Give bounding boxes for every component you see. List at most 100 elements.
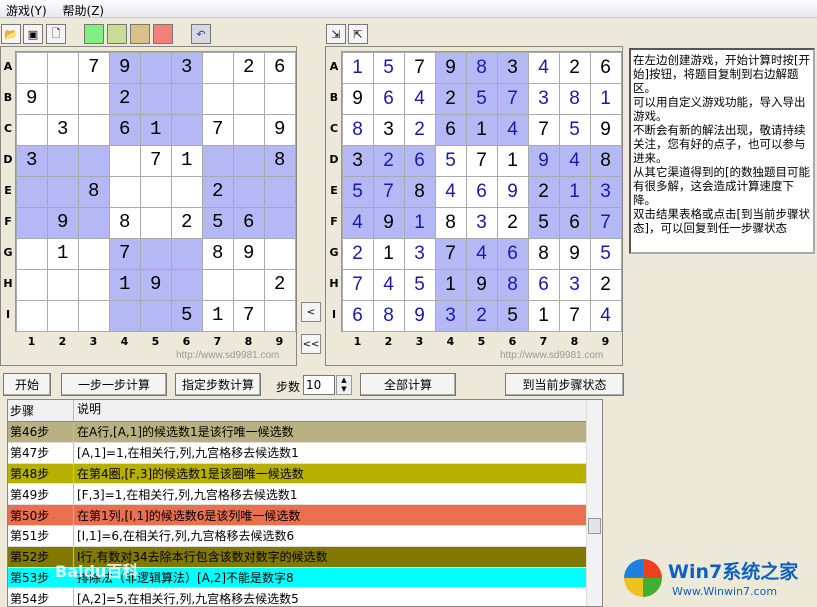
cell-H4[interactable]: 1 <box>435 269 467 301</box>
undo-icon[interactable]: ↶ <box>191 24 211 44</box>
cell-H5[interactable]: 9 <box>466 269 498 301</box>
cell-D8[interactable]: 4 <box>559 145 591 177</box>
cell-H7[interactable]: 6 <box>528 269 560 301</box>
cell-G1[interactable]: 2 <box>342 238 374 270</box>
cell-H6[interactable]: 8 <box>497 269 529 301</box>
puzzle-row-e[interactable]: 8 2 <box>16 176 295 207</box>
cell-H8[interactable]: 3 <box>559 269 591 301</box>
cell-F4[interactable]: 8 <box>435 207 467 239</box>
scrollbar-thumb[interactable] <box>588 518 601 534</box>
cell-A4[interactable]: 9 <box>435 52 467 84</box>
menu-help[interactable]: 帮助(Z) <box>57 0 111 21</box>
cell-B4[interactable]: 2 <box>435 83 467 115</box>
header-desc[interactable]: 说明 <box>74 400 602 421</box>
header-step[interactable]: 步骤 <box>8 400 74 421</box>
cell-E6[interactable]: 9 <box>497 176 529 208</box>
cell-C2[interactable]: 3 <box>373 114 405 146</box>
cell-B8[interactable]: 8 <box>559 83 591 115</box>
cell-D7[interactable]: 9 <box>528 145 560 177</box>
cell-B9[interactable]: 1 <box>590 83 622 115</box>
cell-I5[interactable]: 2 <box>466 300 498 332</box>
cell-I1[interactable]: 6 <box>342 300 374 332</box>
puzzle-row-f[interactable]: 9 8 256 <box>16 207 295 238</box>
new-file-icon[interactable]: 🗋 <box>46 24 66 44</box>
color-olive-button[interactable] <box>107 24 127 44</box>
cell-E9[interactable]: 3 <box>590 176 622 208</box>
table-row[interactable]: 第50步在第1列,[I,1]的候选数6是该列唯一候选数 <box>8 505 602 526</box>
steps-input[interactable]: 10 <box>303 375 335 395</box>
back-all-button[interactable]: << <box>301 334 321 354</box>
cell-D3[interactable]: 6 <box>404 145 436 177</box>
cell-B5[interactable]: 5 <box>466 83 498 115</box>
cell-F5[interactable]: 3 <box>466 207 498 239</box>
start-button[interactable]: 开始 <box>3 373 51 396</box>
cell-G8[interactable]: 9 <box>559 238 591 270</box>
cell-E7[interactable]: 2 <box>528 176 560 208</box>
cell-C5[interactable]: 1 <box>466 114 498 146</box>
puzzle-row-h[interactable]: 19 2 <box>16 269 295 300</box>
cell-A1[interactable]: 1 <box>342 52 374 84</box>
table-row[interactable]: 第47步[A,1]=1,在相关行,列,九宫格移去候选数1 <box>8 443 602 464</box>
back-button[interactable]: < <box>301 302 321 322</box>
cell-G6[interactable]: 6 <box>497 238 529 270</box>
cell-E1[interactable]: 5 <box>342 176 374 208</box>
cell-I9[interactable]: 4 <box>590 300 622 332</box>
puzzle-row-d[interactable]: 3 71 8 <box>16 145 295 176</box>
cell-G5[interactable]: 4 <box>466 238 498 270</box>
cell-H2[interactable]: 4 <box>373 269 405 301</box>
cell-B3[interactable]: 4 <box>404 83 436 115</box>
cell-E2[interactable]: 7 <box>373 176 405 208</box>
color-red-button[interactable] <box>153 24 173 44</box>
cell-G9[interactable]: 5 <box>590 238 622 270</box>
cell-B2[interactable]: 6 <box>373 83 405 115</box>
cell-E4[interactable]: 4 <box>435 176 467 208</box>
cell-C3[interactable]: 2 <box>404 114 436 146</box>
cell-A6[interactable]: 3 <box>497 52 529 84</box>
import-icon[interactable]: ⇲ <box>326 24 346 44</box>
puzzle-row-g[interactable]: 1 7 89 <box>16 238 295 269</box>
cell-G7[interactable]: 8 <box>528 238 560 270</box>
cell-B6[interactable]: 7 <box>497 83 529 115</box>
cell-G4[interactable]: 7 <box>435 238 467 270</box>
cell-C9[interactable]: 9 <box>590 114 622 146</box>
cell-A5[interactable]: 8 <box>466 52 498 84</box>
cell-F7[interactable]: 5 <box>528 207 560 239</box>
cell-F8[interactable]: 6 <box>559 207 591 239</box>
cell-A2[interactable]: 5 <box>373 52 405 84</box>
table-row[interactable]: 第54步[A,2]=5,在相关行,列,九宫格移去候选数5 <box>8 588 602 607</box>
cell-I3[interactable]: 9 <box>404 300 436 332</box>
cell-A3[interactable]: 7 <box>404 52 436 84</box>
cell-D4[interactable]: 5 <box>435 145 467 177</box>
color-green-button[interactable] <box>84 24 104 44</box>
cell-I8[interactable]: 7 <box>559 300 591 332</box>
cell-C8[interactable]: 5 <box>559 114 591 146</box>
cell-F6[interactable]: 2 <box>497 207 529 239</box>
cell-G2[interactable]: 1 <box>373 238 405 270</box>
cell-B7[interactable]: 3 <box>528 83 560 115</box>
cell-C6[interactable]: 4 <box>497 114 529 146</box>
cell-E5[interactable]: 6 <box>466 176 498 208</box>
puzzle-row-i[interactable]: 517 <box>16 300 295 331</box>
cell-C4[interactable]: 6 <box>435 114 467 146</box>
export-icon[interactable]: ⇱ <box>348 24 368 44</box>
goto-step-button[interactable]: 到当前步骤状态 <box>505 373 624 396</box>
cell-D6[interactable]: 1 <box>497 145 529 177</box>
n-steps-button[interactable]: 指定步数计算 <box>175 373 261 396</box>
color-tan-button[interactable] <box>130 24 150 44</box>
cell-H1[interactable]: 7 <box>342 269 374 301</box>
cell-A8[interactable]: 2 <box>559 52 591 84</box>
cell-E3[interactable]: 8 <box>404 176 436 208</box>
cell-A9[interactable]: 6 <box>590 52 622 84</box>
cell-I7[interactable]: 1 <box>528 300 560 332</box>
puzzle-row-b[interactable]: 9 2 <box>16 83 295 114</box>
save-icon[interactable]: ▣ <box>23 24 43 44</box>
puzzle-row-c[interactable]: 3 61 7 9 <box>16 114 295 145</box>
table-row[interactable]: 第51步[I,1]=6,在相关行,列,九宫格移去候选数6 <box>8 526 602 547</box>
step-by-step-button[interactable]: 一步一步计算 <box>61 373 167 396</box>
table-row[interactable]: 第49步[F,3]=1,在相关行,列,九宫格移去候选数1 <box>8 484 602 505</box>
cell-F3[interactable]: 1 <box>404 207 436 239</box>
table-row[interactable]: 第48步在第4圈,[F,3]的候选数1是该圈唯一候选数 <box>8 464 602 485</box>
cell-H9[interactable]: 2 <box>590 269 622 301</box>
open-icon[interactable]: 📂 <box>1 24 21 44</box>
cell-C1[interactable]: 8 <box>342 114 374 146</box>
